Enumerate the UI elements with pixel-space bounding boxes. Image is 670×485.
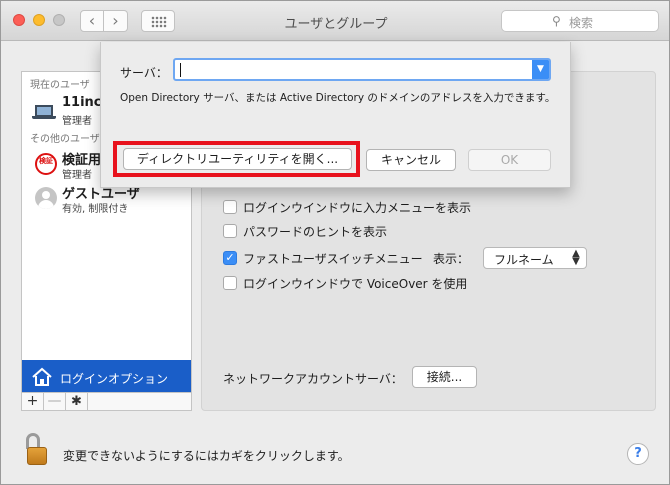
users-groups-window: ‹ › ユーザとグループ ⚲ 検索 現在のユーザ 11inch 管理者 その他の… <box>0 0 670 485</box>
network-account-server-label: ネットワークアカウントサーバ： <box>223 372 403 386</box>
password-hints-label: パスワードのヒントを表示 <box>243 225 388 239</box>
voiceover-label: ログインウインドウで VoiceOver を使用 <box>243 277 468 291</box>
window-title: ユーザとグループ <box>284 17 388 32</box>
input-menu-label: ログインウインドウに入力メニューを表示 <box>243 201 472 215</box>
open-directory-utility-button[interactable]: ディレクトリユーティリティを開く... <box>123 148 352 170</box>
chevron-right-icon: › <box>112 11 119 30</box>
lock-status-text: 変更できないようにするにはカギをクリックします。 <box>63 449 350 463</box>
server-hint-text: Open Directory サーバ、または Active Directory … <box>120 92 556 104</box>
current-users-header: 現在のユーザ <box>30 80 90 91</box>
updown-arrows-icon: ▲ ▼ <box>572 248 580 267</box>
close-window-button[interactable] <box>13 14 25 26</box>
user-role: 管理者 <box>62 170 92 181</box>
cancel-button[interactable]: キャンセル <box>366 149 456 171</box>
chevron-down-icon[interactable]: ▼ <box>532 60 549 79</box>
house-icon <box>32 367 52 386</box>
title-bar: ‹ › ユーザとグループ ⚲ 検索 <box>1 1 669 41</box>
user-role: 有効, 制限付き <box>62 204 129 215</box>
lock-icon[interactable] <box>25 433 49 467</box>
show-all-button[interactable] <box>141 10 175 32</box>
grid-icon <box>151 16 167 28</box>
password-hints-checkbox[interactable] <box>223 224 237 238</box>
stamp-avatar-icon: 検証 <box>35 153 57 175</box>
fast-user-switching-checkbox[interactable]: ✓ <box>223 251 237 265</box>
laptop-base <box>32 116 56 119</box>
fast-user-switching-label: ファストユーザスイッチメニュー <box>243 252 423 266</box>
display-style-value: フルネーム <box>494 253 554 267</box>
server-label: サーバ： <box>120 66 168 80</box>
remove-user-button[interactable]: — <box>44 393 66 410</box>
search-field[interactable]: ⚲ 検索 <box>501 10 659 32</box>
add-user-button[interactable]: + <box>22 393 44 410</box>
ok-button[interactable]: OK <box>468 149 551 171</box>
sidebar-toolbar: + — ✱ <box>21 392 192 411</box>
connect-button[interactable]: 接続... <box>412 366 477 388</box>
laptop-icon <box>35 105 53 116</box>
help-button[interactable]: ? <box>627 443 649 465</box>
login-options-item[interactable]: ログインオプション <box>22 360 191 394</box>
gear-icon[interactable]: ✱ <box>66 393 88 410</box>
login-options-label: ログインオプション <box>60 372 169 386</box>
input-menu-checkbox[interactable] <box>223 200 237 214</box>
back-button[interactable]: ‹ <box>80 10 104 32</box>
zoom-window-button[interactable] <box>53 14 65 26</box>
forward-button[interactable]: › <box>104 10 128 32</box>
display-style-popup[interactable]: フルネーム ▲ ▼ <box>483 247 587 269</box>
search-placeholder: 検索 <box>569 16 594 30</box>
text-caret <box>180 63 181 77</box>
chevron-left-icon: ‹ <box>88 11 96 30</box>
search-icon: ⚲ <box>552 14 561 28</box>
display-label: 表示： <box>433 252 470 266</box>
other-users-header: その他のユーザ <box>30 134 100 145</box>
user-role: 管理者 <box>62 116 92 127</box>
voiceover-checkbox[interactable] <box>223 276 237 290</box>
minimize-window-button[interactable] <box>33 14 45 26</box>
server-combo-box[interactable]: ▼ <box>173 58 551 81</box>
guest-avatar-icon <box>35 187 57 209</box>
